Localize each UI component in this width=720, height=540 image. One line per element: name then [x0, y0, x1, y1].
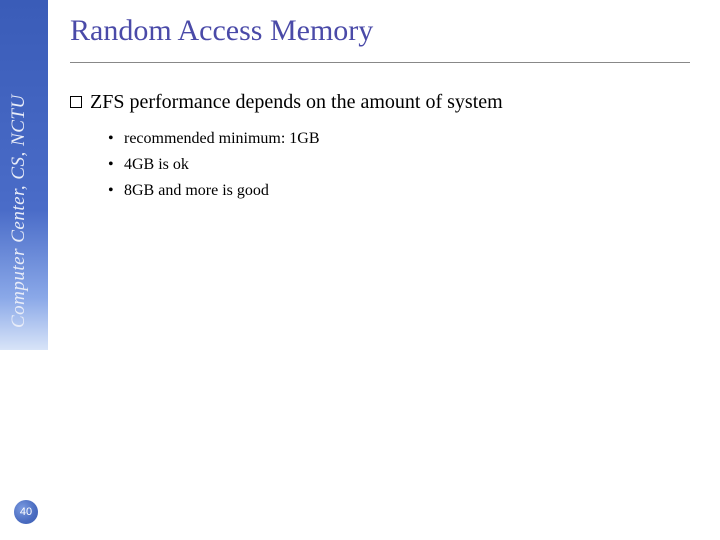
main-bullet-text: ZFS performance depends on the amount of… [90, 91, 503, 114]
sub-bullet-item: recommended minimum: 1GB [108, 130, 690, 148]
sidebar-label: Computer Center, CS, NCTU [8, 8, 30, 328]
sub-bullet-list: recommended minimum: 1GB 4GB is ok 8GB a… [108, 130, 690, 200]
slide-content: Random Access Memory ZFS performance dep… [70, 0, 720, 200]
slide-title: Random Access Memory [70, 14, 690, 48]
page-number-badge: 40 [14, 500, 38, 524]
title-underline [70, 62, 690, 63]
main-bullet-row: ZFS performance depends on the amount of… [70, 91, 690, 114]
sidebar: Computer Center, CS, NCTU [0, 0, 48, 350]
sub-bullet-item: 4GB is ok [108, 156, 690, 174]
sub-bullet-item: 8GB and more is good [108, 182, 690, 200]
square-bullet-icon [70, 96, 82, 108]
